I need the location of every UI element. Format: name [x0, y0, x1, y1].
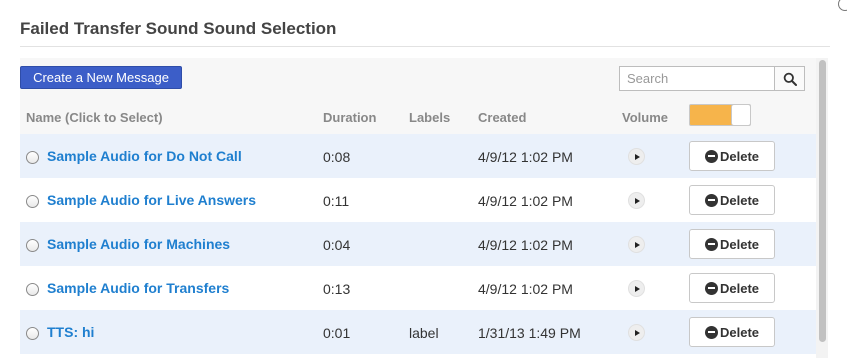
play-icon[interactable]: [628, 280, 645, 297]
search-input[interactable]: [619, 66, 774, 91]
play-icon[interactable]: [628, 148, 645, 165]
dialog-title: Failed Transfer Sound Sound Selection: [20, 19, 337, 38]
play-icon[interactable]: [628, 236, 645, 253]
message-name-link[interactable]: TTS: hi: [47, 324, 94, 340]
delete-button[interactable]: Delete: [689, 185, 775, 215]
play-icon[interactable]: [628, 192, 645, 209]
duration-cell: 0:11: [323, 193, 350, 209]
select-radio[interactable]: [26, 283, 39, 296]
message-name-link[interactable]: Sample Audio for Do Not Call: [47, 148, 242, 164]
column-header-duration[interactable]: Duration: [323, 110, 376, 125]
delete-label: Delete: [719, 192, 760, 208]
delete-button[interactable]: Delete: [689, 273, 775, 303]
search-box: [619, 66, 805, 91]
table-row: Sample Audio for Machines 0:04 4/9/12 1:…: [20, 222, 816, 266]
message-name-link[interactable]: Sample Audio for Live Answers: [47, 192, 256, 208]
column-header-name[interactable]: Name (Click to Select): [26, 110, 163, 125]
minus-circle-icon: [704, 149, 718, 163]
select-radio[interactable]: [26, 151, 39, 164]
created-cell: 4/9/12 1:02 PM: [478, 193, 573, 209]
title-divider: [20, 46, 830, 47]
table-row: Sample Audio for Transfers 0:13 4/9/12 1…: [20, 266, 816, 310]
delete-button[interactable]: Delete: [689, 229, 775, 259]
volume-toggle-knob[interactable]: [731, 104, 751, 126]
minus-circle-icon: [704, 237, 718, 251]
create-message-button[interactable]: Create a New Message: [20, 66, 182, 89]
table-header: Name (Click to Select) Duration Labels C…: [20, 98, 816, 134]
table-row: Sample Audio for Live Answers 0:11 4/9/1…: [20, 178, 816, 222]
search-icon: [783, 72, 797, 86]
minus-circle-icon: [704, 325, 718, 339]
delete-label: Delete: [719, 148, 760, 164]
select-radio[interactable]: [26, 327, 39, 340]
toolbar: Create a New Message: [20, 58, 816, 98]
duration-cell: 0:08: [323, 149, 351, 165]
scrollbar-thumb[interactable]: [819, 60, 826, 342]
delete-label: Delete: [719, 324, 760, 340]
select-radio[interactable]: [26, 239, 39, 252]
delete-label: Delete: [719, 236, 760, 252]
duration-cell: 0:04: [323, 237, 351, 253]
duration-cell: 0:13: [323, 281, 351, 297]
created-cell: 1/31/13 1:49 PM: [478, 325, 581, 341]
message-name-link[interactable]: Sample Audio for Transfers: [47, 280, 229, 296]
play-icon[interactable]: [628, 324, 645, 341]
duration-cell: 0:01: [323, 325, 351, 341]
search-button[interactable]: [774, 66, 805, 91]
close-icon[interactable]: [838, 0, 847, 11]
message-list-panel: Create a New Message Name (Click to Sele…: [20, 58, 816, 358]
table-row: Sample Audio for Do Not Call 0:08 4/9/12…: [20, 134, 816, 178]
table-row: TTS: hi 0:01 label 1/31/13 1:49 PM Delet…: [20, 310, 816, 354]
created-cell: 4/9/12 1:02 PM: [478, 281, 573, 297]
delete-button[interactable]: Delete: [689, 141, 775, 171]
vertical-scrollbar[interactable]: [816, 58, 828, 358]
created-cell: 4/9/12 1:02 PM: [478, 149, 573, 165]
minus-circle-icon: [704, 193, 718, 207]
column-header-labels[interactable]: Labels: [409, 110, 450, 125]
message-name-link[interactable]: Sample Audio for Machines: [47, 236, 230, 252]
select-radio[interactable]: [26, 195, 39, 208]
volume-toggle[interactable]: [689, 104, 751, 126]
column-header-created[interactable]: Created: [478, 110, 526, 125]
column-header-volume: Volume: [622, 110, 668, 125]
minus-circle-icon: [704, 281, 718, 295]
delete-button[interactable]: Delete: [689, 317, 775, 347]
created-cell: 4/9/12 1:02 PM: [478, 237, 573, 253]
labels-cell: label: [409, 325, 439, 341]
delete-label: Delete: [719, 280, 760, 296]
